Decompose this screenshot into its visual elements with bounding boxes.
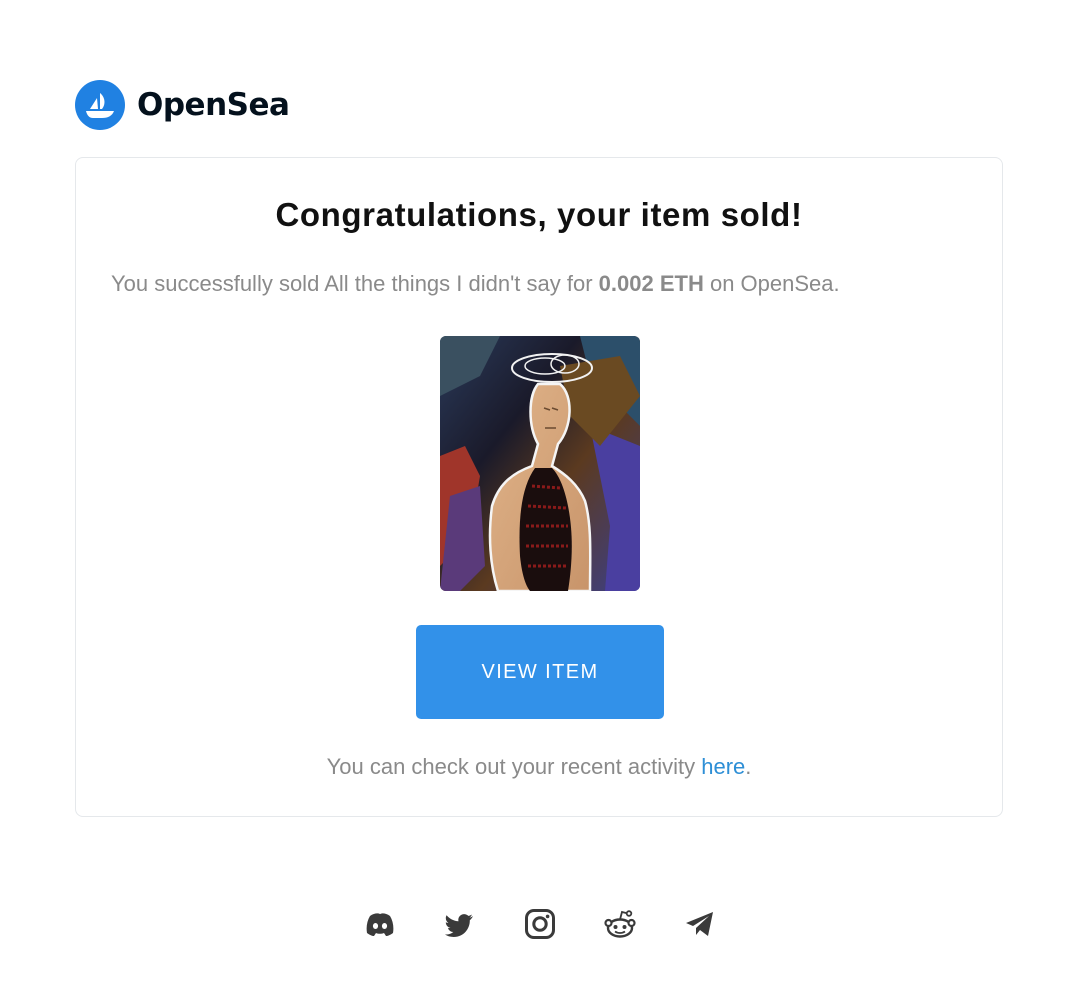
telegram-icon bbox=[686, 912, 713, 936]
activity-suffix: . bbox=[745, 754, 752, 779]
sale-summary: You successfully sold All the things I d… bbox=[111, 271, 840, 297]
twitter-icon bbox=[444, 914, 473, 937]
email-page: OpenSea Congratulations, your item sold!… bbox=[0, 0, 1080, 984]
brand-header[interactable]: OpenSea bbox=[75, 80, 290, 130]
activity-note: You can check out your recent activity h… bbox=[76, 754, 1002, 780]
reddit-link[interactable] bbox=[602, 906, 638, 942]
twitter-link[interactable] bbox=[442, 906, 478, 942]
discord-link[interactable] bbox=[362, 906, 398, 942]
activity-link[interactable]: here bbox=[701, 754, 745, 779]
instagram-link[interactable] bbox=[522, 906, 558, 942]
headline: Congratulations, your item sold! bbox=[275, 196, 803, 233]
brand-name: OpenSea bbox=[137, 87, 290, 123]
notification-card: Congratulations, your item sold! You suc… bbox=[75, 157, 1003, 817]
activity-prefix: You can check out your recent activity bbox=[326, 754, 702, 779]
telegram-link[interactable] bbox=[682, 906, 718, 942]
nft-artwork-image[interactable] bbox=[440, 336, 640, 591]
summary-suffix: on OpenSea. bbox=[703, 271, 840, 296]
social-links bbox=[0, 906, 1080, 942]
reddit-icon bbox=[604, 910, 636, 938]
instagram-icon bbox=[525, 909, 555, 939]
summary-for: for bbox=[560, 271, 599, 296]
item-name: All the things I didn't say bbox=[324, 271, 561, 296]
sale-price: 0.002 ETH bbox=[598, 271, 704, 296]
view-item-button[interactable]: VIEW ITEM bbox=[416, 625, 664, 719]
opensea-ship-icon bbox=[75, 80, 125, 130]
discord-icon bbox=[366, 913, 394, 936]
summary-prefix: You successfully sold bbox=[111, 271, 325, 296]
